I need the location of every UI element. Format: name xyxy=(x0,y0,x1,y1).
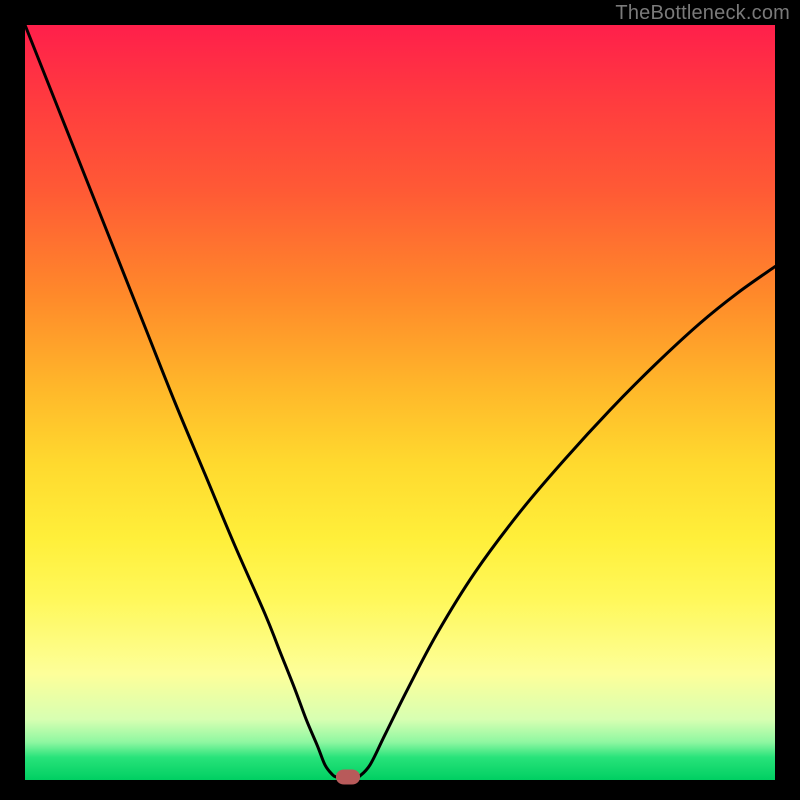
optimal-marker xyxy=(336,769,360,784)
plot-area xyxy=(25,25,775,780)
watermark-text: TheBottleneck.com xyxy=(615,2,790,25)
chart-frame: TheBottleneck.com xyxy=(0,0,800,800)
bottleneck-curve xyxy=(25,25,775,780)
